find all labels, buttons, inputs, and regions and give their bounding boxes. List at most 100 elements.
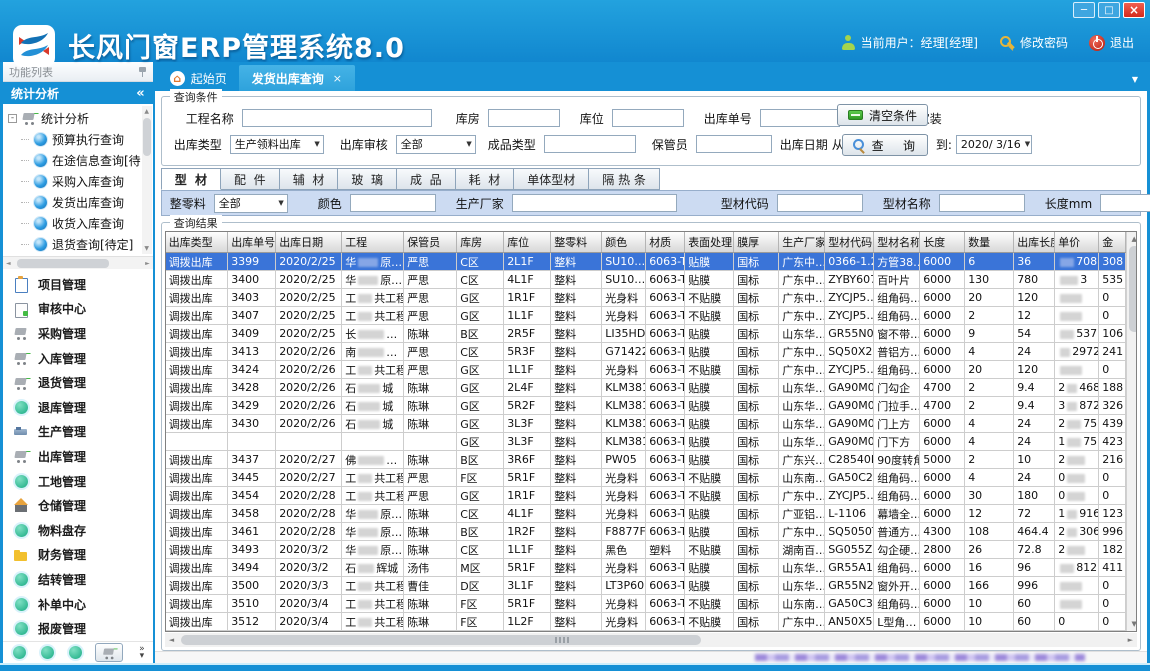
scroll-right-icon[interactable]: ► xyxy=(1128,636,1133,644)
scroll-down-icon[interactable]: ▼ xyxy=(142,245,152,252)
sidebar-item-项目管理[interactable]: 项目管理 xyxy=(3,272,153,297)
search-button[interactable]: 查 询 xyxy=(842,134,928,156)
scroll-up-icon[interactable]: ▲ xyxy=(1127,235,1137,243)
column-header[interactable]: 金 xyxy=(1099,232,1126,253)
order-no-input[interactable] xyxy=(760,109,840,127)
cart-module-button[interactable] xyxy=(95,643,123,662)
table-row[interactable]: G区3L3F整料KLM38176063-T5贴膜国标山东华…GA90M09…门下… xyxy=(166,433,1126,451)
keeper-input[interactable] xyxy=(696,135,772,153)
sidebar-item-退库管理[interactable]: 退库管理 xyxy=(3,395,153,420)
material-tab[interactable]: 玻 璃 xyxy=(338,168,397,190)
column-header[interactable]: 型材名称 xyxy=(874,232,920,253)
sidebar-item-仓储管理[interactable]: 仓储管理 xyxy=(3,493,153,518)
table-row[interactable]: 调拨出库34942020/3/2石辉城汤伟M区5R1F整料光身料6063-T5贴… xyxy=(166,559,1126,577)
table-row[interactable]: 调拨出库34582020/2/28华原…陈琳C区4L1F整料光身料6063-T5… xyxy=(166,505,1126,523)
tree-root[interactable]: - 统计分析 xyxy=(8,107,141,129)
clear-conditions-button[interactable]: 清空条件 xyxy=(837,104,928,126)
table-row[interactable]: 调拨出库35102020/3/4工共工程陈琳F区5R1F整料光身料6063-T5… xyxy=(166,595,1126,613)
column-header[interactable]: 出库长度 xyxy=(1014,232,1055,253)
horizontal-scrollbar[interactable]: ◄ ► xyxy=(165,633,1137,647)
table-row[interactable]: 调拨出库34372020/2/27佛…陈琳B区3R6F整料PW056063-T5… xyxy=(166,451,1126,469)
column-header[interactable]: 颜色 xyxy=(602,232,646,253)
column-header[interactable]: 膜厚 xyxy=(734,232,779,253)
table-row[interactable]: 调拨出库34032020/2/25工共工程严思G区1R1F整料光身料6063-T… xyxy=(166,289,1126,307)
tree-horizontal-scrollbar[interactable]: ◄ ► xyxy=(3,256,153,269)
scroll-right-icon[interactable]: ► xyxy=(145,260,150,267)
sidebar-item-补单中心[interactable]: 补单中心 xyxy=(3,592,153,617)
whole-piece-select[interactable]: 全部 ▼ xyxy=(214,194,288,213)
sidebar-item-入库管理[interactable]: 入库管理 xyxy=(3,346,153,371)
table-row[interactable]: 调拨出库33992020/2/25华原…严思C区2L1F整料SU10…6063-… xyxy=(166,253,1126,271)
product-type-input[interactable] xyxy=(544,135,636,153)
column-header[interactable]: 出库类型 xyxy=(166,232,228,253)
out-type-select[interactable]: 生产领料出库 ▼ xyxy=(230,135,324,154)
change-password-button[interactable]: 修改密码 xyxy=(999,34,1068,51)
pin-icon[interactable] xyxy=(138,66,147,77)
table-row[interactable]: 调拨出库34292020/2/26石城陈琳G区5R2F整料KLM38176063… xyxy=(166,397,1126,415)
close-button[interactable]: × xyxy=(1123,2,1145,18)
column-header[interactable]: 库房 xyxy=(457,232,504,253)
column-header[interactable]: 库位 xyxy=(504,232,551,253)
collapse-icon[interactable]: « xyxy=(136,86,144,101)
scroll-left-icon[interactable]: ◄ xyxy=(6,260,11,267)
module-dot-icon[interactable] xyxy=(41,646,54,659)
column-header[interactable]: 数量 xyxy=(965,232,1014,253)
audit-select[interactable]: 全部 ▼ xyxy=(396,135,476,154)
tree-item[interactable]: 收货入库查询 xyxy=(8,213,141,234)
sidebar-item-出库管理[interactable]: 出库管理 xyxy=(3,444,153,469)
tab-overflow-caret-icon[interactable]: ▼ xyxy=(1132,75,1138,84)
maximize-button[interactable]: □ xyxy=(1098,2,1120,18)
scroll-thumb[interactable] xyxy=(17,259,109,268)
material-tab[interactable]: 配 件 xyxy=(221,168,280,190)
column-header[interactable]: 出库日期 xyxy=(276,232,342,253)
tab-home[interactable]: ⌂ 起始页 xyxy=(158,65,239,91)
column-header[interactable]: 材质 xyxy=(646,232,685,253)
overflow-button[interactable]: » ▾ xyxy=(139,646,145,660)
logout-button[interactable]: 退出 xyxy=(1089,34,1134,51)
scroll-thumb[interactable] xyxy=(143,118,151,156)
scroll-thumb[interactable] xyxy=(181,635,701,645)
table-row[interactable]: 调拨出库34242020/2/26工共工程严思G区1L1F整料光身料6063-T… xyxy=(166,361,1126,379)
material-tab[interactable]: 单体型材 xyxy=(514,168,589,190)
sidebar-item-工地管理[interactable]: 工地管理 xyxy=(3,469,153,494)
table-row[interactable]: 调拨出库34092020/2/25长…陈琳B区2R5F整料LI35HD6063-… xyxy=(166,325,1126,343)
table-row[interactable]: 调拨出库34452020/2/27工共工程严思F区5R1F整料光身料6063-T… xyxy=(166,469,1126,487)
sidebar-item-物料盘存[interactable]: 物料盘存 xyxy=(3,518,153,543)
column-header[interactable]: 长度 xyxy=(920,232,965,253)
table-row[interactable]: 调拨出库35002020/3/3工共工程曹佳D区3L1F整料LT3P606063… xyxy=(166,577,1126,595)
column-header[interactable]: 表面处理 xyxy=(685,232,734,253)
column-header[interactable]: 出库单号 xyxy=(228,232,276,253)
vertical-scrollbar[interactable]: ▲ ▼ xyxy=(1126,232,1137,631)
material-tab[interactable]: 耗 材 xyxy=(456,168,515,190)
color-input[interactable] xyxy=(350,194,436,212)
length-input[interactable] xyxy=(1100,194,1150,212)
module-dot-icon[interactable] xyxy=(69,646,82,659)
tree-item[interactable]: 预算执行查询 xyxy=(8,129,141,150)
sidebar-item-生产管理[interactable]: 生产管理 xyxy=(3,420,153,445)
scroll-left-icon[interactable]: ◄ xyxy=(169,636,174,644)
tree-vertical-scrollbar[interactable]: ▲ ▼ xyxy=(142,106,152,254)
table-row[interactable]: 调拨出库34302020/2/26石城陈琳G区3L3F整料KLM38176063… xyxy=(166,415,1126,433)
project-name-input[interactable] xyxy=(242,109,432,127)
sidebar-item-退货管理[interactable]: 退货管理 xyxy=(3,370,153,395)
table-row[interactable]: 调拨出库35122020/3/4工共工程陈琳F区1L2F整料光身料6063-T5… xyxy=(166,613,1126,631)
tree-item[interactable]: 在途信息查询[待 xyxy=(8,150,141,171)
module-dot-icon[interactable] xyxy=(13,646,26,659)
material-tab[interactable]: 隔 热 条 xyxy=(589,168,660,190)
sidebar-item-结转管理[interactable]: 结转管理 xyxy=(3,567,153,592)
column-header[interactable]: 单价 xyxy=(1055,232,1099,253)
column-header[interactable]: 型材代码 xyxy=(825,232,874,253)
scroll-up-icon[interactable]: ▲ xyxy=(142,108,152,115)
table-row[interactable]: 调拨出库34072020/2/25工共工程严思G区1L1F整料光身料6063-T… xyxy=(166,307,1126,325)
minimize-button[interactable]: ─ xyxy=(1073,2,1095,18)
tree-item[interactable]: 发货出库查询 xyxy=(8,192,141,213)
table-row[interactable]: 调拨出库34132020/2/26南…严思C区5R3F整料G714226063-… xyxy=(166,343,1126,361)
warehouse-input[interactable] xyxy=(488,109,560,127)
table-row[interactable]: 调拨出库34002020/2/25华原…严思C区4L1F整料SU10…6063-… xyxy=(166,271,1126,289)
sidebar-item-审核中心[interactable]: 审核中心 xyxy=(3,297,153,322)
sidebar-item-报废管理[interactable]: 报废管理 xyxy=(3,616,153,641)
tab-shipment-outbound-query[interactable]: 发货出库查询 × xyxy=(239,65,355,91)
profile-code-input[interactable] xyxy=(777,194,863,212)
column-header[interactable]: 工程 xyxy=(342,232,404,253)
sidebar-item-采购管理[interactable]: 采购管理 xyxy=(3,321,153,346)
